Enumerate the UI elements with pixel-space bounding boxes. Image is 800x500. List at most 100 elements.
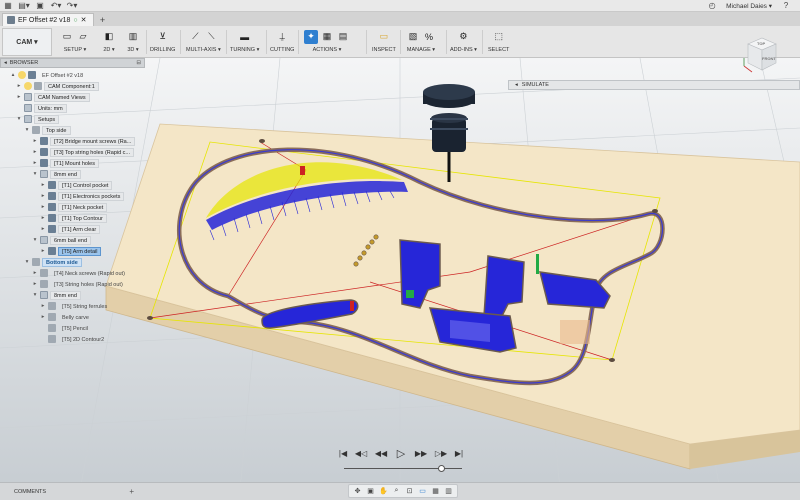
tree-node-document[interactable]: ▴ EF Offset #2 v18: [10, 70, 87, 80]
tree-node-tool-folder[interactable]: ▾ 8mm end: [32, 169, 81, 179]
expand-icon[interactable]: ▸: [40, 193, 46, 199]
drilling-group[interactable]: ⊻ DRILLING: [150, 28, 175, 56]
expand-icon[interactable]: ▸: [40, 215, 46, 221]
browser-header[interactable]: ◂ BROWSER ⊟: [0, 58, 145, 68]
simulate-panel-header[interactable]: ◂ SIMULATE: [508, 80, 800, 90]
refresh-icon[interactable]: ○: [73, 17, 77, 24]
expand-icon[interactable]: ▴: [10, 72, 16, 78]
tree-node-tool-folder[interactable]: ▾ 6mm ball end: [32, 235, 92, 245]
close-icon[interactable]: ✕: [81, 16, 87, 24]
tree-node-operation[interactable]: ▸ [T1] Mount holes: [32, 158, 99, 168]
expand-icon[interactable]: ▾: [16, 116, 22, 122]
3d-group[interactable]: ▥ 3D ▾: [126, 28, 140, 56]
file-icon[interactable]: ▤▾: [16, 0, 32, 12]
comments-panel[interactable]: COMMENTS +: [0, 483, 140, 500]
step-forward-icon[interactable]: ▷▶: [434, 446, 448, 460]
select-group[interactable]: ⬚ SELECT: [488, 28, 509, 56]
actions-group[interactable]: ✦ ▦ ▤ ACTIONS ▾: [304, 28, 350, 56]
view-cube-front[interactable]: FRONT: [762, 56, 776, 61]
tree-node-operation[interactable]: ▸ [T3] Top string holes (Rapid c...: [32, 147, 135, 157]
add-comment-button[interactable]: +: [129, 487, 134, 496]
fit-icon[interactable]: ⊡: [404, 486, 415, 497]
orbit-icon[interactable]: ✥: [352, 486, 363, 497]
tree-node-bottom-side[interactable]: ▾ Bottom side: [24, 257, 82, 267]
tree-node-named-views[interactable]: ▸ CAM Named Views: [16, 92, 90, 102]
turning-group[interactable]: ▬ TURNING ▾: [230, 28, 259, 56]
view-cube-top[interactable]: TOP: [757, 41, 765, 46]
tree-node-operation[interactable]: [T5] Pencil: [40, 323, 92, 333]
play-icon[interactable]: ▷: [394, 446, 408, 460]
collapse-icon[interactable]: ◂: [4, 60, 7, 66]
expand-icon[interactable]: ▸: [40, 204, 46, 210]
manage-group[interactable]: ▧% MANAGE ▾: [406, 28, 436, 56]
fast-forward-icon[interactable]: ▶▶: [414, 446, 428, 460]
post-process-icon[interactable]: ▦: [320, 30, 334, 44]
expand-icon[interactable]: ▸: [40, 182, 46, 188]
setup-group[interactable]: ▭ ▱ SETUP ▾: [60, 28, 90, 56]
tree-node-operation[interactable]: ▸ [T2] Bridge mount screws (Ra...: [32, 136, 136, 146]
expand-icon[interactable]: ▸: [32, 149, 38, 155]
skip-to-end-icon[interactable]: ▶|: [452, 446, 466, 460]
workspace-switcher[interactable]: CAM ▾: [2, 28, 52, 56]
cutting-group[interactable]: ⍊ CUTTING: [270, 28, 294, 56]
expand-icon[interactable]: ▾: [32, 171, 38, 177]
tree-node-operation[interactable]: ▸ [T1] Neck pocket: [40, 202, 108, 212]
look-at-icon[interactable]: ▣: [365, 486, 376, 497]
collapse-icon[interactable]: ◂: [515, 82, 518, 88]
skip-to-start-icon[interactable]: |◀: [336, 446, 350, 460]
tree-node-operation[interactable]: ▸ [T4] Neck screws (Rapid out): [32, 268, 129, 278]
expand-icon[interactable]: ▸: [40, 303, 46, 309]
save-icon[interactable]: ▣: [32, 0, 48, 12]
expand-icon[interactable]: ▸: [16, 83, 22, 89]
expand-icon[interactable]: ▸: [40, 314, 46, 320]
tree-node-operation[interactable]: ▸ [T5] String ferrules: [40, 301, 111, 311]
add-ins-group[interactable]: ⚙ ADD-INS ▾: [450, 28, 477, 56]
tree-node-units[interactable]: Units: mm: [16, 103, 67, 113]
expand-icon[interactable]: ▸: [32, 270, 38, 276]
multi-axis-group[interactable]: ⟋ ⟍ MULTI-AXIS ▾: [186, 28, 221, 56]
tree-node-setups[interactable]: ▾ Setups: [16, 114, 60, 124]
new-tab-button[interactable]: +: [97, 14, 109, 26]
tree-node-operation[interactable]: ▸ [T3] String holes (Rapid out): [32, 279, 127, 289]
tree-node-tool-folder[interactable]: ▾ 8mm end: [32, 290, 81, 300]
display-settings-icon[interactable]: ▭: [417, 486, 428, 497]
2d-group[interactable]: ◧ 2D ▾: [102, 28, 116, 56]
tree-node-operation[interactable]: [T5] 2D Contour2: [40, 334, 108, 344]
help-icon[interactable]: ?: [778, 0, 794, 12]
playback-scrubber[interactable]: [438, 465, 446, 472]
view-cube[interactable]: TOP FRONT: [742, 36, 778, 74]
grid-settings-icon[interactable]: ▦: [430, 486, 441, 497]
tree-node-top-side[interactable]: ▾ Top side: [24, 125, 71, 135]
visibility-bulb-icon[interactable]: [18, 71, 26, 79]
expand-icon[interactable]: ▸: [16, 94, 22, 100]
inspect-group[interactable]: ▭ INSPECT: [372, 28, 396, 56]
tree-node-operation[interactable]: ▸ [T1] Top Contour: [40, 213, 107, 223]
expand-icon[interactable]: ▸: [40, 248, 46, 254]
viewports-icon[interactable]: ▥: [443, 486, 454, 497]
expand-icon[interactable]: ▸: [32, 160, 38, 166]
setup-sheet-icon[interactable]: ▤: [336, 30, 350, 44]
rewind-icon[interactable]: ◀◀: [374, 446, 388, 460]
user-menu[interactable]: Michael Daies ▾: [726, 2, 772, 10]
expand-icon[interactable]: ▾: [24, 127, 30, 133]
undo-icon[interactable]: ↶▾: [48, 0, 64, 12]
pan-icon[interactable]: ✋: [378, 486, 389, 497]
grid-icon[interactable]: ▦: [0, 0, 16, 12]
tree-node-component[interactable]: ▸ CAM Component:1: [16, 81, 99, 91]
expand-icon[interactable]: ▾: [24, 259, 30, 265]
clock-icon[interactable]: ◴: [704, 0, 720, 12]
expand-icon[interactable]: ▾: [32, 292, 38, 298]
tree-node-operation[interactable]: ▸ [T1] Control pocket: [40, 180, 113, 190]
step-back-icon[interactable]: ◀◁: [354, 446, 368, 460]
expand-icon[interactable]: ▸: [40, 226, 46, 232]
tree-node-operation[interactable]: ▸ [T1] Electronics pockets: [40, 191, 125, 201]
zoom-icon[interactable]: ⌕: [391, 486, 402, 497]
redo-icon[interactable]: ↷▾: [64, 0, 80, 12]
document-tab[interactable]: EF Offset #2 v18 ○ ✕: [2, 13, 94, 26]
tree-node-operation[interactable]: ▸ [T1] Arm clear: [40, 224, 101, 234]
tree-node-operation-selected[interactable]: ▸ [T5] Arm detail: [40, 246, 102, 256]
expand-icon[interactable]: ▾: [32, 237, 38, 243]
expand-icon[interactable]: ▸: [32, 138, 38, 144]
simulate-icon[interactable]: ✦: [304, 29, 318, 44]
pin-icon[interactable]: ⊟: [136, 60, 141, 66]
